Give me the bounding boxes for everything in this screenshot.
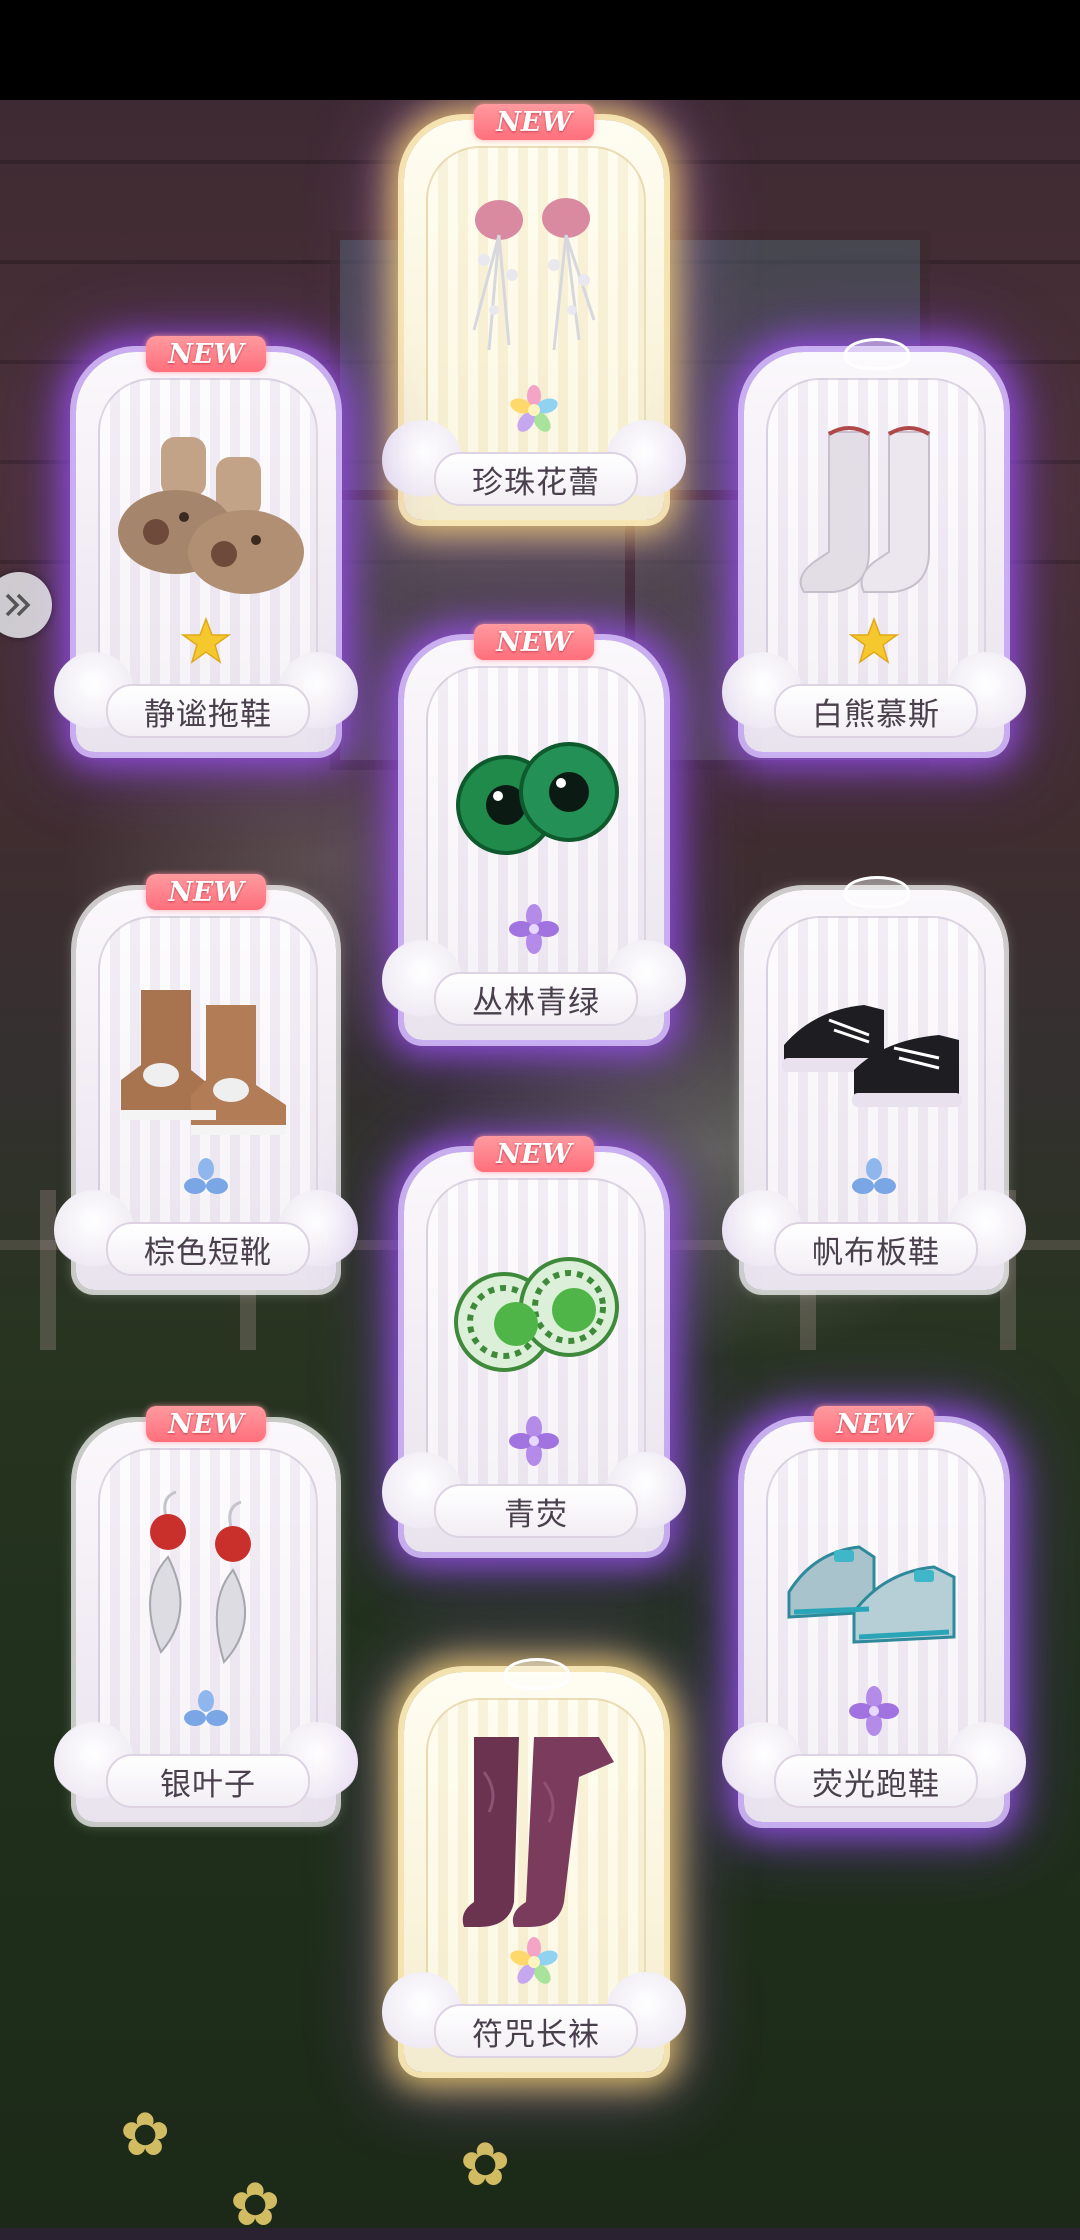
rainbow-flower-icon [510, 1937, 558, 1984]
item-card-fanbu-banxie[interactable]: 帆布板鞋 [722, 876, 1026, 1290]
jungle-green-eyes-icon [456, 742, 619, 855]
fluorescent-running-shoes-icon [787, 1545, 956, 1644]
new-badge: NEW [474, 624, 594, 660]
new-badge: NEW [474, 104, 594, 140]
purple-flower-icon [509, 904, 559, 954]
silver-leaf-earrings-icon [149, 1490, 251, 1664]
white-bear-socks-icon [799, 426, 931, 593]
green-swirl-eyes-icon [454, 1257, 619, 1372]
item-name-label: 符咒长袜 [434, 2004, 638, 2058]
purple-flower-icon [509, 1416, 559, 1466]
item-card-zongse-duanxue[interactable]: NEW 棕色短靴 [54, 874, 358, 1290]
status-bar [0, 0, 1080, 100]
flower-decoration: ✿ [120, 2100, 171, 2170]
item-card-jingmi-tuoxie[interactable]: NEW 静谧拖鞋 [54, 336, 358, 752]
item-name-label: 荧光跑鞋 [774, 1754, 978, 1808]
item-name-label: 银叶子 [106, 1754, 310, 1808]
canvas-sneakers-icon [782, 1005, 962, 1107]
item-card-conglin-qinglv[interactable]: NEW 丛林青绿 [382, 624, 686, 1040]
item-name-label: 白熊慕斯 [774, 684, 978, 738]
item-card-yingguang-paoxie[interactable]: NEW 荧光跑鞋 [722, 1406, 1026, 1822]
rainbow-flower-icon [510, 385, 558, 432]
blue-leaf-icon [184, 1158, 228, 1194]
item-card-zhenzhu-hualei[interactable]: NEW 珍珠花蕾 [382, 104, 686, 520]
item-card-fuzhou-changwa[interactable]: 符咒长袜 [382, 1658, 686, 2072]
flower-decoration: ✿ [460, 2130, 511, 2200]
item-name-label: 棕色短靴 [106, 1222, 310, 1276]
pearl-bud-hairpin-icon [472, 198, 596, 351]
new-badge: NEW [146, 1406, 266, 1442]
double-chevron-right-icon [5, 593, 31, 617]
charm-stockings-icon [462, 1737, 614, 1927]
item-card-qingying[interactable]: NEW 青荧 [382, 1136, 686, 1552]
ribbon-bow [504, 1658, 570, 1690]
item-card-yinyezi[interactable]: NEW 银叶子 [54, 1406, 358, 1822]
item-name-label: 静谧拖鞋 [106, 684, 310, 738]
new-badge: NEW [146, 336, 266, 372]
item-card-baixiong-musi[interactable]: 白熊慕斯 [722, 338, 1026, 752]
item-name-label: 珍珠花蕾 [434, 452, 638, 506]
new-badge: NEW [146, 874, 266, 910]
gold-star-flower-icon [849, 616, 899, 664]
new-badge: NEW [814, 1406, 934, 1442]
gold-star-flower-icon [181, 616, 231, 664]
item-name-label: 帆布板鞋 [774, 1222, 978, 1276]
item-name-label: 丛林青绿 [434, 972, 638, 1026]
new-badge: NEW [474, 1136, 594, 1172]
blue-leaf-icon [184, 1690, 228, 1726]
ribbon-bow [844, 338, 910, 370]
brown-short-boots-icon [121, 990, 286, 1135]
fence-post [40, 1190, 56, 1350]
blue-leaf-icon [852, 1158, 896, 1194]
flower-decoration: ✿ [230, 2170, 281, 2240]
bear-slippers-icon [118, 437, 304, 594]
purple-flower-icon [849, 1686, 899, 1736]
ribbon-bow [844, 876, 910, 908]
item-name-label: 青荧 [434, 1484, 638, 1538]
